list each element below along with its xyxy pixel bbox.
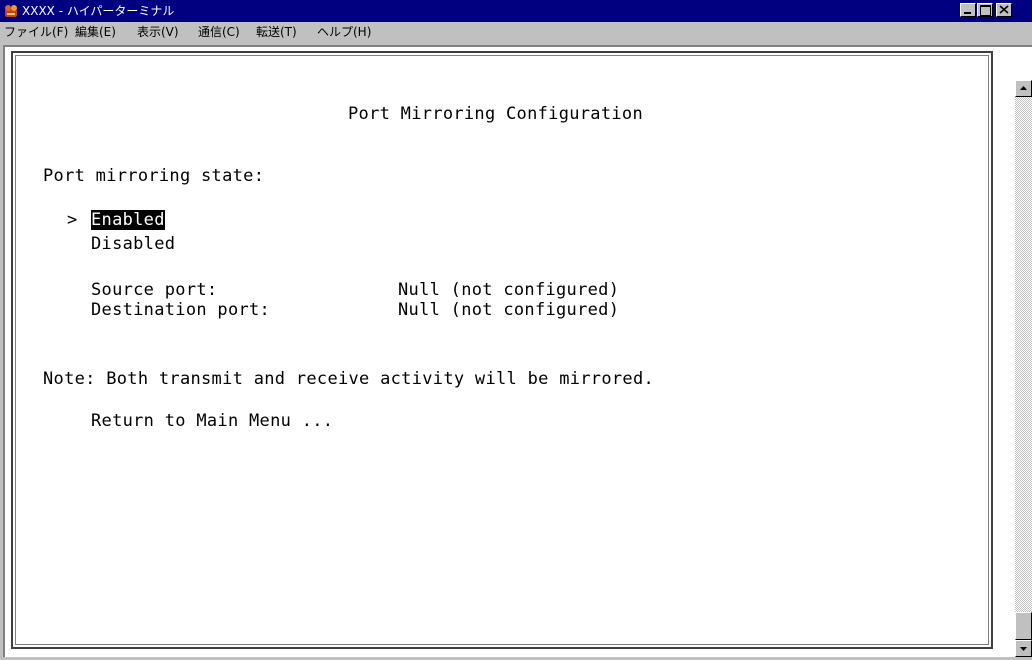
menu-bar: ファイル(F) 編集(E) 表示(V) 通信(C) 転送(T) ヘルプ(H) [0,22,1032,42]
scroll-down-button[interactable] [1015,640,1032,657]
close-button[interactable] [996,3,1012,17]
cursor-marker: > [67,210,78,230]
maximize-button[interactable] [977,3,993,17]
menu-help[interactable]: ヘルプ(H) [317,24,371,40]
vertical-scrollbar[interactable] [1015,80,1032,657]
menu-view[interactable]: 表示(V) [137,24,179,40]
return-main-menu[interactable]: Return to Main Menu ... [91,411,333,431]
source-port-value: Null (not configured) [398,280,620,300]
mirroring-note: Note: Both transmit and receive activity… [43,369,655,389]
destination-port-value: Null (not configured) [398,300,620,320]
arrow-down-icon [1020,647,1027,651]
option-disabled[interactable]: Disabled [91,234,175,254]
window-title: XXXX - ハイパーターミナル [22,4,175,18]
hyperterminal-icon [5,5,17,17]
screen-title: Port Mirroring Configuration [348,104,643,124]
terminal-frame [11,51,993,649]
menu-call[interactable]: 通信(C) [198,24,240,40]
state-label: Port mirroring state: [43,166,265,186]
menu-edit[interactable]: 編集(E) [75,24,116,40]
source-port-label: Source port: [91,280,218,300]
scroll-thumb[interactable] [1015,612,1032,640]
destination-port-label: Destination port: [91,300,271,320]
option-enabled-label: Enabled [91,210,165,230]
option-enabled[interactable]: Enabled [91,210,165,230]
maximize-icon [980,5,991,16]
title-bar[interactable]: XXXX - ハイパーターミナル [0,0,1032,22]
minimize-button[interactable] [960,3,976,17]
scroll-up-button[interactable] [1015,80,1032,97]
menu-file[interactable]: ファイル(F) [4,24,68,40]
minimize-icon [964,12,971,14]
menu-transfer[interactable]: 転送(T) [256,24,297,40]
close-icon [999,5,1009,14]
terminal-window[interactable]: Port Mirroring Configuration Port mirror… [3,45,1032,657]
arrow-up-icon [1020,86,1027,90]
